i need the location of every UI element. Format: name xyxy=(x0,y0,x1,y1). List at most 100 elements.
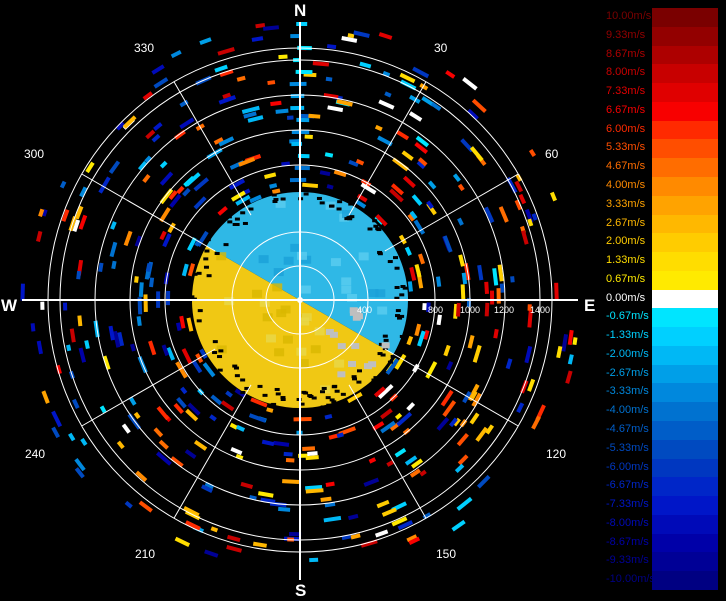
velocity-segment xyxy=(435,276,442,287)
core-speckle xyxy=(303,192,309,196)
legend-label: -0.67m/s xyxy=(606,310,649,323)
velocity-segment xyxy=(384,91,392,98)
velocity-segment xyxy=(261,439,275,447)
velocity-segment xyxy=(451,519,466,532)
legend-swatch xyxy=(652,120,718,140)
velocity-segment xyxy=(572,337,578,346)
velocity-segment xyxy=(319,170,331,177)
velocity-segment xyxy=(427,180,437,190)
velocity-segment xyxy=(469,146,484,162)
bearing-label: 330 xyxy=(134,41,155,55)
core-speckle xyxy=(382,334,388,338)
bearing-label: 150 xyxy=(436,547,457,561)
velocity-segment xyxy=(269,183,278,189)
core-speckle xyxy=(372,219,378,223)
legend-label: -7.33m/s xyxy=(606,498,649,511)
legend-swatch xyxy=(652,364,718,384)
core-speckle xyxy=(331,400,337,404)
core-speckle xyxy=(234,217,240,221)
core-patch xyxy=(272,283,283,292)
core-speckle xyxy=(308,394,314,398)
velocity-segment xyxy=(498,206,509,223)
velocity-segment xyxy=(394,447,407,458)
velocity-segment xyxy=(174,536,191,547)
core-speckle xyxy=(280,197,286,201)
legend-row: 7.33m/s xyxy=(606,83,718,102)
velocity-segment xyxy=(251,36,264,42)
legend-label: 6.00m/s xyxy=(606,122,646,135)
velocity-segment xyxy=(430,101,442,112)
legend-label: 0.67m/s xyxy=(606,272,646,285)
velocity-colorbar-legend: 10.00m/s 9.33m/s 8.67m/s 8.00m/s 7.33m/s 6.67… xyxy=(606,8,718,590)
legend-label: -3.33m/s xyxy=(606,385,649,398)
bearing-label: 300 xyxy=(24,147,45,161)
velocity-segment xyxy=(567,354,574,365)
legend-label: -1.33m/s xyxy=(606,329,649,342)
velocity-segment xyxy=(436,417,450,431)
legend-label: -8.00m/s xyxy=(606,516,649,529)
core-speckle xyxy=(387,360,393,364)
core-speckle xyxy=(212,351,218,355)
core-speckle xyxy=(316,196,322,200)
velocity-segment xyxy=(446,360,454,371)
legend-row: 6.00m/s xyxy=(606,120,718,140)
core-speckle xyxy=(217,368,223,372)
core-speckle xyxy=(320,405,326,409)
legend-swatch xyxy=(652,252,718,271)
legend-swatch xyxy=(652,514,718,534)
velocity-segment xyxy=(184,449,197,460)
core-patch xyxy=(276,309,287,318)
legend-row: -10.00m/s xyxy=(606,571,718,590)
velocity-segment xyxy=(320,496,332,502)
velocity-segment xyxy=(565,370,573,384)
legend-row: 2.00m/s xyxy=(606,233,718,253)
legend-swatch xyxy=(652,477,718,497)
core-speckle xyxy=(257,384,263,388)
core-speckle xyxy=(227,220,233,224)
velocity-segment xyxy=(226,534,241,543)
range-tick-label: 400 xyxy=(357,305,373,315)
legend-swatch xyxy=(652,289,718,309)
legend-label: -6.67m/s xyxy=(606,479,649,492)
velocity-segment xyxy=(78,347,87,363)
legend-row: -3.33m/s xyxy=(606,383,718,403)
velocity-segment xyxy=(170,49,182,59)
velocity-segment xyxy=(217,46,235,56)
legend-swatch xyxy=(652,139,718,159)
velocity-segment xyxy=(159,171,174,186)
core-speckle xyxy=(337,200,343,204)
direction-north: N xyxy=(294,1,307,20)
velocity-segment xyxy=(380,408,393,420)
core-patch xyxy=(224,297,235,306)
legend-row: -1.33m/s xyxy=(606,327,718,346)
velocity-segment xyxy=(348,513,359,521)
legend-swatch xyxy=(652,270,718,290)
core-patch xyxy=(375,289,386,298)
core-speckle xyxy=(196,271,202,275)
velocity-segment xyxy=(69,328,76,343)
legend-label: 2.67m/s xyxy=(606,216,646,229)
core-speckle xyxy=(226,215,232,219)
legend-label: -10.00m/s xyxy=(606,573,655,586)
velocity-segment xyxy=(457,217,464,226)
velocity-segment xyxy=(378,32,393,40)
velocity-segment xyxy=(296,21,308,27)
velocity-segment xyxy=(186,317,194,332)
core-gray-patch xyxy=(329,331,338,338)
legend-swatch xyxy=(652,496,718,515)
velocity-segment xyxy=(181,348,193,365)
bearing-label: 120 xyxy=(546,447,567,461)
velocity-segment xyxy=(278,506,291,512)
velocity-segment xyxy=(204,549,219,558)
legend-swatch xyxy=(652,214,718,234)
bearing-label: 210 xyxy=(135,547,156,561)
core-speckle xyxy=(273,198,279,202)
velocity-segment xyxy=(296,117,310,123)
velocity-segment xyxy=(484,302,490,317)
velocity-segment xyxy=(149,277,155,288)
velocity-segment xyxy=(153,122,163,131)
velocity-segment xyxy=(467,335,475,349)
core-speckle xyxy=(394,266,400,270)
velocity-segment xyxy=(408,111,423,122)
velocity-segment xyxy=(462,77,478,91)
